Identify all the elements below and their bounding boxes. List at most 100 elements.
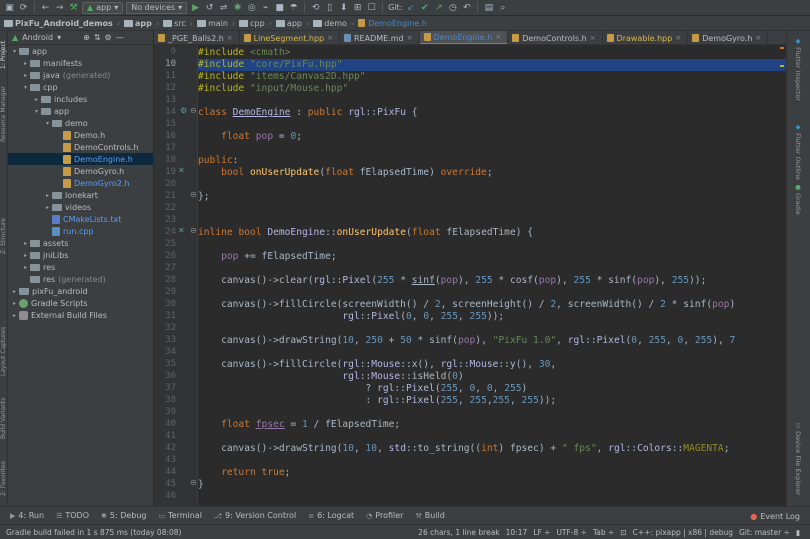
- tree-item[interactable]: CMakeLists.txt: [8, 213, 153, 225]
- tool-window-terminal[interactable]: ▭ Terminal: [159, 511, 202, 520]
- error-stripe-mark[interactable]: [780, 47, 784, 49]
- code-line[interactable]: canvas()->drawString(10, 250 + 50 * sinf…: [198, 335, 735, 347]
- line-number[interactable]: 15: [154, 119, 176, 129]
- code-line[interactable]: float fpsec = 1 / fElapsedTime;: [198, 419, 400, 431]
- code-line[interactable]: ? rgl::Pixel(255, 0, 0, 255): [198, 383, 528, 395]
- sdk-manager-icon[interactable]: ⬇: [338, 2, 349, 13]
- line-number[interactable]: 42: [154, 443, 176, 453]
- editor-tab[interactable]: _PGE_Balls2.h ×: [154, 31, 240, 44]
- line-number[interactable]: 21: [154, 191, 176, 201]
- tree-item[interactable]: ▾ app: [8, 45, 153, 57]
- tree-item[interactable]: ▾ cpp: [8, 81, 153, 93]
- tree-item[interactable]: ▸ manifests: [8, 57, 153, 69]
- avd-manager-icon[interactable]: ▯: [324, 2, 335, 13]
- tool-tab-resource-manager[interactable]: Resource Manager: [0, 79, 8, 149]
- search-icon[interactable]: ⌕: [497, 2, 508, 13]
- tree-item[interactable]: ▸ pixFu_android: [8, 285, 153, 297]
- tree-item[interactable]: ▸ jniLibs: [8, 249, 153, 261]
- tool-window-profiler[interactable]: ◔ Profiler: [366, 511, 403, 520]
- chevron-down-icon[interactable]: ▾: [57, 33, 61, 42]
- tool-window-run[interactable]: ▶ 4: Run: [10, 511, 44, 520]
- code-line[interactable]: rgl::Pixel(0, 0, 255, 255));: [198, 311, 504, 323]
- lock-icon[interactable]: ⊡: [620, 528, 626, 537]
- debug-icon[interactable]: ✱: [232, 2, 243, 13]
- chevron-right-icon[interactable]: ▸: [21, 60, 30, 67]
- git-history-icon[interactable]: ◷: [447, 2, 458, 13]
- project-view-selector[interactable]: Android: [22, 33, 53, 42]
- line-number[interactable]: 27: [154, 263, 176, 273]
- line-number[interactable]: 13: [154, 95, 176, 105]
- editor-tab[interactable]: DemoControls.h ×: [508, 31, 603, 44]
- implemented-icon[interactable]: ⚙: [180, 106, 187, 115]
- chevron-right-icon[interactable]: ▸: [10, 288, 19, 295]
- breadcrumb-item-file[interactable]: DemoEngine.h: [358, 19, 427, 28]
- line-number[interactable]: 46: [154, 491, 176, 501]
- profile-icon[interactable]: ◎: [246, 2, 257, 13]
- code-line[interactable]: public:: [198, 155, 238, 167]
- code-line[interactable]: canvas()->drawString(10, 10, std::to_str…: [198, 443, 729, 455]
- line-number[interactable]: 38: [154, 395, 176, 405]
- status-message[interactable]: Gradle build failed in 1 s 875 ms (today…: [6, 528, 181, 537]
- breadcrumb-item-src[interactable]: src: [163, 19, 186, 28]
- tool-window-build[interactable]: ⚒ Build: [415, 511, 444, 520]
- line-number[interactable]: 19: [154, 167, 176, 177]
- editor-tab[interactable]: README.md ×: [340, 31, 420, 44]
- tool-window-debug[interactable]: ✱ 5: Debug: [101, 511, 147, 520]
- collapse-all-icon[interactable]: ⇅: [94, 33, 101, 42]
- hide-icon[interactable]: —: [116, 33, 124, 42]
- tree-item[interactable]: res (generated): [8, 273, 153, 285]
- git-update-icon[interactable]: ↙: [405, 2, 416, 13]
- fold-icon[interactable]: ⊖: [190, 478, 197, 487]
- warning-stripe-mark[interactable]: [780, 65, 784, 67]
- code-line[interactable]: rgl::Mouse::isHeld(0): [198, 371, 463, 383]
- code-line[interactable]: #include "core/PixFu.hpp": [198, 59, 342, 71]
- code-editor[interactable]: 9 10 11 12 13 14 15 16 17 18 19 20 21 22 23 24 25 26 27 28 2…: [154, 45, 786, 506]
- code-line[interactable]: pop += fElapsedTime;: [198, 251, 337, 263]
- line-number[interactable]: 40: [154, 419, 176, 429]
- chevron-down-icon[interactable]: ▾: [43, 120, 52, 127]
- coverage-icon[interactable]: ☂: [288, 2, 299, 13]
- chevron-right-icon[interactable]: ▸: [21, 252, 30, 259]
- tool-window-version-control[interactable]: ⎇ 9: Version Control: [214, 511, 296, 520]
- tree-item[interactable]: DemoControls.h: [8, 141, 153, 153]
- line-number[interactable]: 18: [154, 155, 176, 165]
- project-structure-icon[interactable]: ▤: [483, 2, 494, 13]
- editor-tab[interactable]: DemoGyro.h ×: [688, 31, 769, 44]
- line-number[interactable]: 44: [154, 467, 176, 477]
- code-line[interactable]: #include "items/Canvas2D.hpp": [198, 71, 366, 83]
- code-line[interactable]: bool onUserUpdate(float fElapsedTime) ov…: [198, 167, 493, 179]
- breadcrumb-item-app-folder[interactable]: app: [275, 19, 302, 28]
- chevron-down-icon[interactable]: ▾: [32, 108, 41, 115]
- close-icon[interactable]: ×: [227, 34, 233, 42]
- tool-tab-device-file-explorer[interactable]: ▯ Device File Explorer: [794, 421, 802, 495]
- close-icon[interactable]: ×: [755, 34, 761, 42]
- tool-tab-favorites[interactable]: 2: Favorites: [0, 456, 8, 501]
- code-line[interactable]: }: [198, 479, 204, 491]
- line-number[interactable]: 37: [154, 383, 176, 393]
- line-number[interactable]: 30: [154, 299, 176, 309]
- tree-item[interactable]: DemoGyro.h: [8, 165, 153, 177]
- tool-tab-structure[interactable]: Z: Structure: [0, 211, 8, 261]
- chevron-right-icon[interactable]: ▸: [10, 312, 19, 319]
- line-number[interactable]: 32: [154, 323, 176, 333]
- back-icon[interactable]: ←: [40, 2, 51, 13]
- code-line[interactable]: : rgl::Pixel(255, 255,255, 255));: [198, 395, 557, 407]
- close-icon[interactable]: ×: [590, 34, 596, 42]
- tool-tab-flutter-inspector[interactable]: ◆ Flutter Inspector: [794, 37, 802, 101]
- tree-item[interactable]: ▸ includes: [8, 93, 153, 105]
- chevron-down-icon[interactable]: ▾: [10, 48, 19, 55]
- line-number[interactable]: 17: [154, 143, 176, 153]
- code-line[interactable]: };: [198, 191, 210, 203]
- memory-indicator-icon[interactable]: ▮: [796, 528, 800, 537]
- apply-changes-icon[interactable]: ↺: [204, 2, 215, 13]
- line-number[interactable]: 20: [154, 179, 176, 189]
- tree-item[interactable]: ▸ assets: [8, 237, 153, 249]
- tree-item[interactable]: DemoEngine.h: [8, 153, 153, 165]
- git-branch-selector[interactable]: Git: master ÷: [739, 528, 790, 537]
- apply-code-icon[interactable]: ⇌: [218, 2, 229, 13]
- line-number[interactable]: 10: [154, 59, 176, 69]
- forward-icon[interactable]: →: [54, 2, 65, 13]
- code-line[interactable]: return true;: [198, 467, 290, 479]
- tree-item[interactable]: ▸ External Build Files: [8, 309, 153, 321]
- device-icon[interactable]: ☐: [366, 2, 377, 13]
